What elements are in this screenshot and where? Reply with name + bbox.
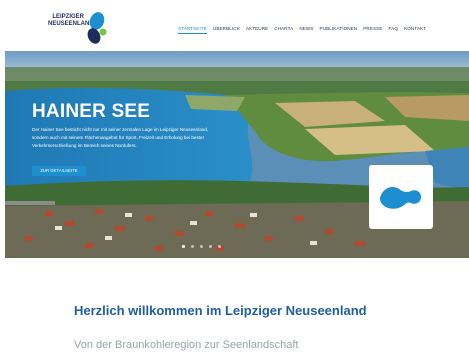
page: LEIPZIGER NEUSEENLAND STARTSEITE ÜBERBLIC… — [0, 0, 469, 355]
site-header: LEIPZIGER NEUSEENLAND STARTSEITE ÜBERBLIC… — [0, 0, 469, 52]
nav-item-überblick[interactable]: ÜBERBLICK — [213, 26, 240, 34]
logo-lake-icon — [87, 12, 107, 44]
welcome-subtitle: Von der Braunkohleregion zur Seenlandsch… — [74, 339, 299, 351]
lake-shape-card[interactable] — [369, 165, 433, 229]
lake-outline-icon — [379, 187, 421, 209]
hero-slider: HAINER SEE Der Hainer See besticht nicht… — [5, 51, 469, 258]
site-logo[interactable]: LEIPZIGER NEUSEENLAND — [48, 12, 108, 46]
nav-item-news[interactable]: NEWS — [299, 26, 313, 34]
nav-item-kontakt[interactable]: KONTAKT — [404, 26, 426, 34]
logo-wordmark: LEIPZIGER NEUSEENLAND — [48, 14, 94, 28]
main-nav: STARTSEITE ÜBERBLICK AKTEURE CHARTA NEWS PUBL… — [178, 26, 426, 34]
nav-item-presse[interactable]: PRESSE — [363, 26, 382, 34]
hero-description: Der Hainer See besticht nicht nur mit se… — [32, 127, 209, 148]
slider-dot[interactable] — [218, 245, 221, 248]
slider-dot[interactable] — [191, 245, 194, 248]
logo-line-1: LEIPZIGER — [52, 14, 84, 20]
details-button[interactable]: ZUR DETAILSEITE — [32, 166, 86, 176]
slider-dot[interactable] — [200, 245, 203, 248]
nav-item-startseite[interactable]: STARTSEITE — [178, 26, 207, 34]
logo-line-2: NEUSEENLAND — [48, 21, 94, 27]
hero-title: HAINER SEE — [32, 101, 151, 122]
nav-item-charta[interactable]: CHARTA — [274, 26, 293, 34]
slider-dots — [182, 245, 221, 248]
slider-dot[interactable] — [209, 245, 212, 248]
welcome-title: Herzlich willkommen im Leipziger Neuseen… — [74, 303, 367, 318]
nav-item-publikationen[interactable]: PUBLIKATIONEN — [320, 26, 358, 34]
nav-item-akteure[interactable]: AKTEURE — [246, 26, 268, 34]
nav-item-faq[interactable]: FAQ — [389, 26, 399, 34]
slider-dot[interactable] — [182, 245, 185, 248]
